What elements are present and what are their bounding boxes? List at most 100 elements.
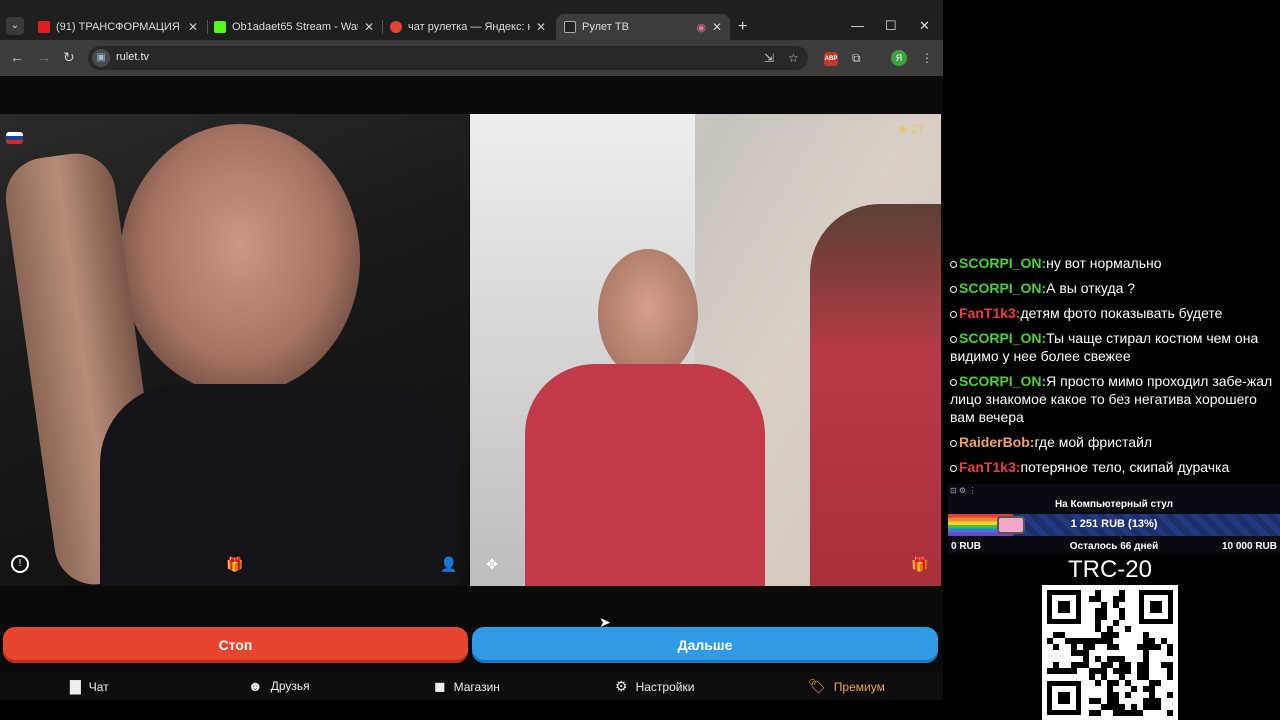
reload-icon[interactable]: ↻	[63, 49, 75, 66]
chat-message: FanT1k3:потеряное тело, скипай дурачка	[950, 458, 1275, 476]
site-info-icon[interactable]: ▣	[92, 49, 110, 67]
chat-username: SCORPI_ON:	[959, 373, 1047, 389]
qr-module	[1125, 668, 1131, 674]
qr-module	[1113, 680, 1119, 686]
partner-video-feed	[470, 114, 941, 586]
recording-icon: ◉	[696, 21, 706, 34]
person-face	[120, 124, 360, 394]
chat-message: SCORPI_ON:ну вот нормально	[950, 254, 1275, 272]
qr-module	[1155, 680, 1161, 686]
chat-message: SCORPI_ON:А вы откуда ?	[950, 279, 1275, 297]
back-arrow-icon[interactable]: ←	[10, 49, 24, 65]
maximize-icon[interactable]: ☐	[885, 18, 897, 34]
qr-module	[1119, 596, 1125, 602]
rulet-tv-icon	[564, 21, 576, 33]
chat-text: А вы откуда ?	[1046, 280, 1136, 296]
tab-kick[interactable]: Ob1adaet65 Stream - Watch Li ✕	[206, 14, 382, 40]
nav-settings[interactable]: ⚙ Настройки	[615, 678, 694, 695]
close-window-icon[interactable]: ✕	[919, 18, 930, 34]
donation-goal: ⊡ ⚙ ⋮ На Компьютерный стул 1 251 RUB (13…	[948, 484, 1280, 554]
tab-title: Ob1adaet65 Stream - Watch Li	[232, 21, 358, 33]
install-app-icon[interactable]: ⇲	[764, 51, 774, 65]
qr-module	[1125, 626, 1131, 632]
chat-badge-icon	[950, 285, 957, 293]
tab-yandex[interactable]: чат рулетка — Яндекс: нашло ✕	[382, 14, 554, 40]
screen: { "browser": { "tabs": [ {"title": "(91)…	[0, 0, 1280, 720]
qr-module	[1167, 650, 1173, 656]
qr-module	[1155, 644, 1161, 650]
chat-bubble-icon: ▇	[70, 678, 81, 694]
qr-module	[1101, 614, 1107, 620]
chat-badge-icon	[950, 378, 957, 386]
nav-chat[interactable]: ▇ Чат	[70, 678, 109, 695]
close-tab-icon[interactable]: ✕	[712, 20, 722, 34]
qr-module	[1071, 668, 1077, 674]
tab-rulet-tv[interactable]: Рулет ТВ ◉ ✕	[556, 14, 730, 40]
shopping-bag-icon: ◼	[434, 678, 446, 694]
tab-youtube[interactable]: (91) ТРАНСФОРМАЦИЯ ИВАН ✕	[30, 14, 206, 40]
smiley-icon: ☻	[248, 678, 263, 694]
report-icon[interactable]: !	[11, 555, 29, 573]
chat-text: детям фото показывать будете	[1020, 305, 1223, 321]
chat-badge-icon	[950, 310, 957, 318]
nav-friends-label: Друзья	[270, 679, 310, 693]
youtube-icon	[38, 21, 50, 33]
menu-kebab-icon[interactable]: ⋮	[921, 51, 933, 65]
goal-amount: 1 251 RUB (13%)	[1070, 518, 1158, 530]
user-profile-icon[interactable]: 👤	[440, 555, 458, 573]
gift-icon[interactable]: 🎁	[911, 555, 929, 573]
chat-username: SCORPI_ON:	[959, 330, 1047, 346]
goal-max: 10 000 RUB	[1221, 541, 1277, 552]
tab-title: Рулет ТВ	[582, 21, 629, 33]
nav-friends[interactable]: ☻ Друзья	[248, 678, 310, 694]
qr-module	[1095, 710, 1101, 716]
bottom-nav: ▇ Чат ☻ Друзья ◼ Магазин ⚙ Настройки 🏷 П…	[0, 672, 943, 700]
qr-code	[1042, 585, 1178, 720]
nav-shop-label: Магазин	[453, 679, 500, 694]
chat-username: FanT1k3:	[959, 459, 1021, 475]
rating-count: 27	[911, 122, 925, 136]
minimize-icon[interactable]: —	[851, 18, 864, 33]
price-tag-icon: 🏷	[808, 678, 826, 694]
qr-module	[1167, 710, 1173, 716]
gear-icon: ⚙	[615, 678, 628, 694]
mouse-cursor-icon: ➤	[599, 614, 611, 630]
stream-chat: SCORPI_ON:ну вот нормально SCORPI_ON:А вы…	[950, 254, 1275, 483]
tab-search-chevron-icon[interactable]: ⌄	[6, 17, 24, 35]
nav-premium[interactable]: 🏷 Премиум	[808, 678, 885, 695]
nav-premium-label: Премиум	[833, 679, 885, 694]
close-tab-icon[interactable]: ✕	[536, 20, 546, 34]
qr-module	[1131, 686, 1137, 692]
chat-message: SCORPI_ON:Я просто мимо проходил забе-жа…	[950, 372, 1275, 426]
chat-badge-icon	[950, 335, 957, 343]
close-tab-icon[interactable]: ✕	[364, 20, 374, 34]
new-tab-plus-icon[interactable]: +	[738, 18, 747, 36]
nav-shop[interactable]: ◼ Магазин	[434, 678, 500, 695]
extensions-puzzle-icon[interactable]: ⧉	[852, 51, 861, 66]
gift-icon[interactable]: 🎁	[226, 555, 244, 573]
crypto-label: TRC-20	[1067, 556, 1152, 583]
qr-module	[1125, 692, 1131, 698]
address-bar[interactable]: ▣ rulet.tv	[88, 46, 808, 70]
profile-avatar[interactable]: Я	[891, 50, 907, 66]
qr-module	[1089, 644, 1095, 650]
url-text[interactable]: rulet.tv	[116, 51, 149, 63]
chat-username: FanT1k3:	[959, 305, 1021, 321]
gamepad-icon[interactable]: ✥	[483, 555, 501, 573]
browser-tab-bar: ⌄ (91) ТРАНСФОРМАЦИЯ ИВАН ✕ Ob1adaet65 S…	[0, 0, 943, 40]
chat-message: SCORPI_ON:Ты чаще стирал костюм чем она …	[950, 329, 1275, 365]
adblock-extension-icon[interactable]: ABP	[824, 52, 838, 66]
close-tab-icon[interactable]: ✕	[188, 20, 198, 34]
chat-badge-icon	[950, 439, 957, 447]
qr-module	[1119, 614, 1125, 620]
qr-module	[1167, 692, 1173, 698]
bookmark-star-icon[interactable]: ☆	[788, 51, 799, 65]
stop-button[interactable]: Стоп	[3, 627, 468, 663]
partner-face	[598, 249, 698, 379]
qr-module	[1113, 632, 1119, 638]
nav-chat-label: Чат	[88, 679, 109, 694]
qr-module	[1113, 620, 1119, 626]
forward-arrow-icon[interactable]: →	[37, 49, 51, 65]
person-shirt	[100, 384, 460, 586]
next-button[interactable]: Дальше	[472, 627, 938, 663]
